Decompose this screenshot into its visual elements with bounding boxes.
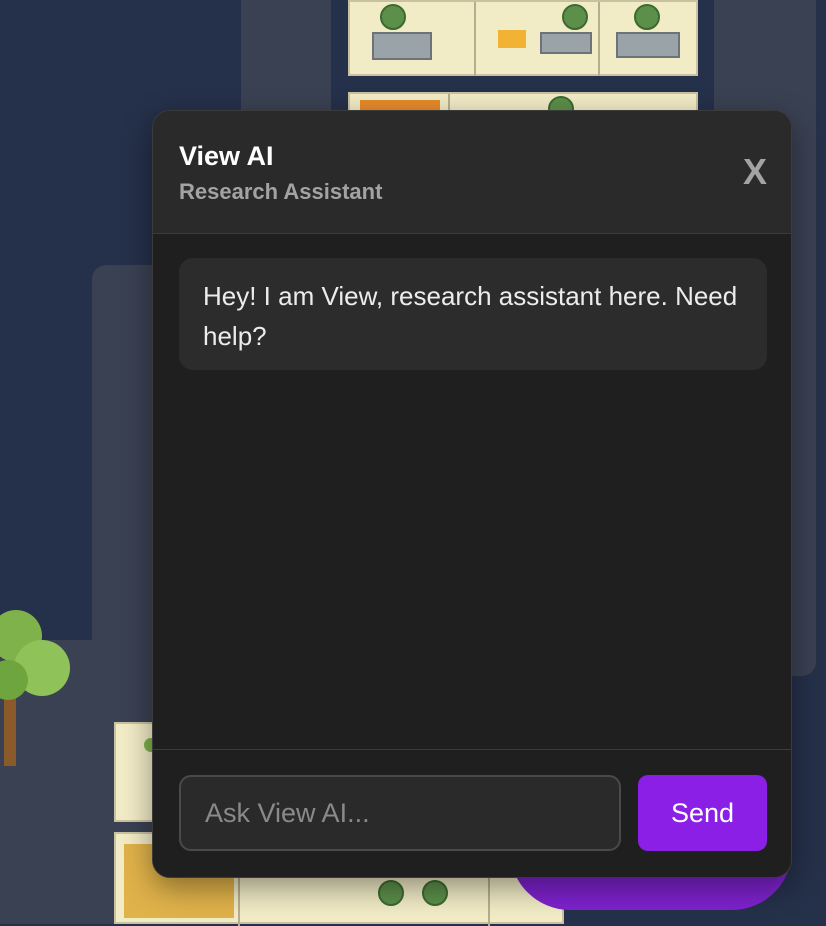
- scientist-figure: [634, 4, 660, 30]
- scientist-figure: [380, 4, 406, 30]
- message-list: Hey! I am View, research assistant here.…: [153, 234, 791, 750]
- scientist-figure: [422, 880, 448, 906]
- road: [92, 265, 154, 705]
- scientist-figure: [378, 880, 404, 906]
- chat-panel: View AI Research Assistant X Hey! I am V…: [152, 110, 792, 878]
- lab-desk: [540, 32, 592, 54]
- lab-desk: [616, 32, 680, 58]
- send-button[interactable]: Send: [638, 775, 767, 851]
- chat-subtitle: Research Assistant: [179, 179, 383, 204]
- chat-header: View AI Research Assistant X: [153, 111, 791, 234]
- chat-input[interactable]: [179, 775, 621, 851]
- lab-building-top: [348, 0, 698, 76]
- chat-input-bar: Send: [153, 749, 791, 877]
- lab-building-bottom-left: [114, 722, 158, 822]
- assistant-message: Hey! I am View, research assistant here.…: [179, 258, 767, 370]
- chat-title: View AI: [179, 141, 274, 171]
- close-button[interactable]: X: [743, 151, 767, 193]
- scientist-figure: [562, 4, 588, 30]
- lab-desk: [372, 32, 432, 60]
